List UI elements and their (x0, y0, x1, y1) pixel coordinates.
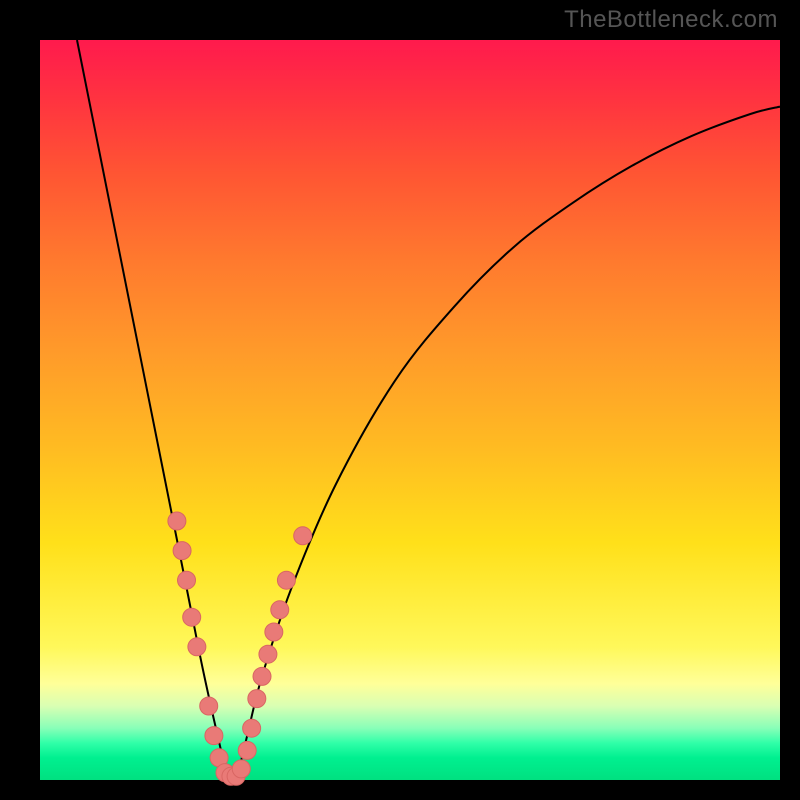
curve-marker (200, 697, 218, 715)
curve-marker (243, 719, 261, 737)
chart-frame: TheBottleneck.com (0, 0, 800, 800)
plot-area (40, 40, 780, 780)
curve-marker (259, 645, 277, 663)
curve-marker (173, 542, 191, 560)
watermark-text: TheBottleneck.com (564, 6, 778, 34)
curve-svg (40, 40, 780, 780)
curve-marker (178, 571, 196, 589)
curve-marker (238, 741, 256, 759)
bottleneck-curve (77, 40, 780, 780)
curve-marker (248, 690, 266, 708)
curve-marker (205, 727, 223, 745)
curve-markers (168, 512, 312, 785)
curve-marker (265, 623, 283, 641)
curve-marker (168, 512, 186, 530)
curve-marker (271, 601, 289, 619)
curve-marker (253, 667, 271, 685)
curve-marker (294, 527, 312, 545)
curve-marker (232, 760, 250, 778)
curve-marker (183, 608, 201, 626)
curve-marker (188, 638, 206, 656)
curve-marker (277, 571, 295, 589)
